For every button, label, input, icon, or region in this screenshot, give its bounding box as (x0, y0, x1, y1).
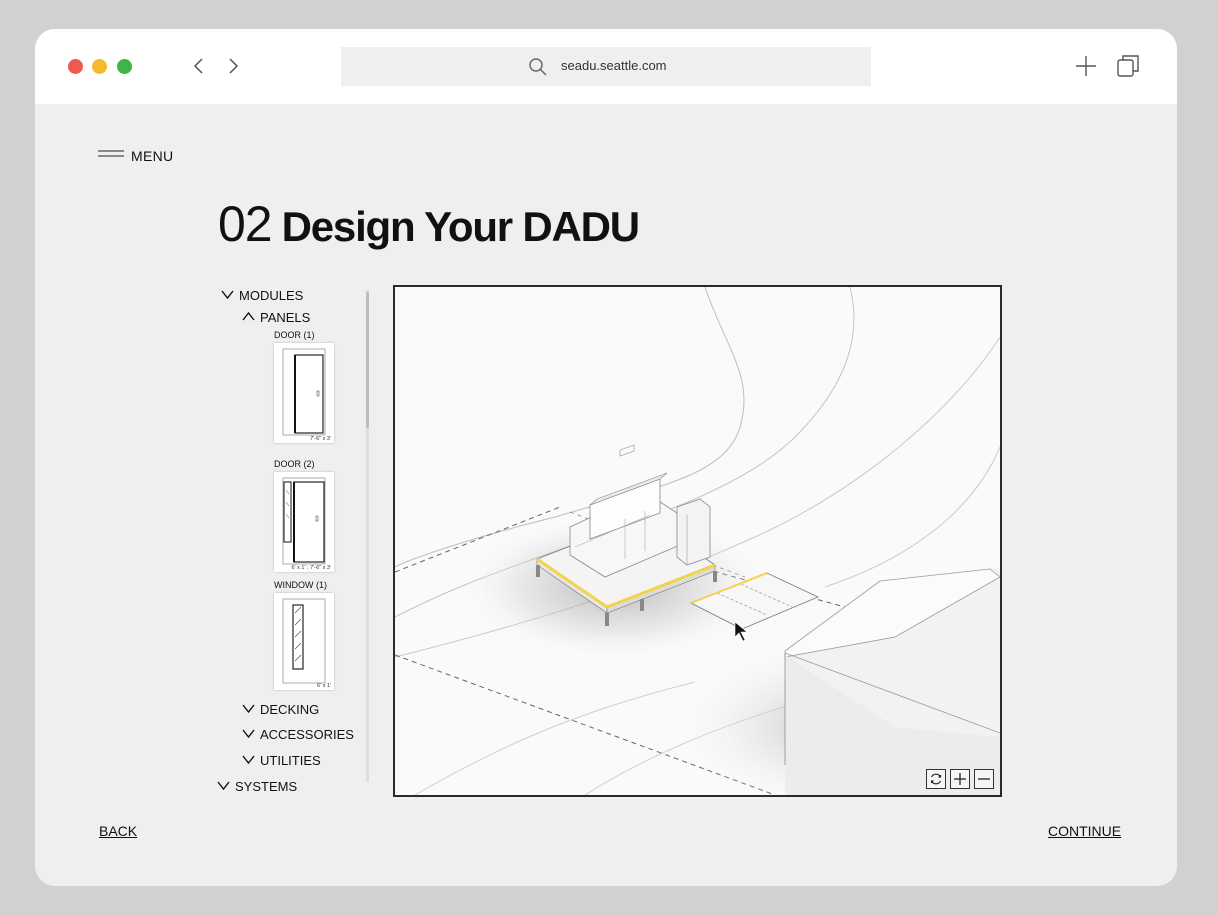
site-model-render (395, 287, 1000, 795)
tree-item-decking-label: DECKING (260, 702, 320, 717)
door-panel-drawing (282, 477, 326, 565)
chevron-down-icon (242, 755, 255, 764)
zoom-in-icon (954, 773, 966, 785)
rotate-icon (930, 773, 942, 785)
search-icon (529, 58, 547, 76)
minimize-window-button[interactable] (92, 59, 107, 74)
tree-item-utilities-label: UTILITIES (260, 753, 321, 768)
thumbnail-label: DOOR (2) (274, 459, 315, 469)
zoom-out-icon (978, 778, 990, 780)
panel-thumbnail-door-1[interactable]: 7'-6" x 3' (274, 343, 334, 443)
maximize-window-button[interactable] (117, 59, 132, 74)
continue-link[interactable]: CONTINUE (1048, 823, 1121, 839)
close-window-button[interactable] (68, 59, 83, 74)
sidebar-scrollbar-thumb[interactable] (366, 292, 369, 428)
step-title: Design Your DADU (281, 203, 640, 250)
step-number: 02 (218, 196, 273, 252)
tabs-overview-icon[interactable] (1115, 53, 1141, 79)
back-link[interactable]: BACK (99, 823, 137, 839)
window-panel-drawing (282, 598, 326, 684)
forward-arrow-icon[interactable] (223, 56, 243, 76)
chevron-down-icon (242, 704, 255, 713)
hamburger-icon (98, 150, 124, 157)
thumbnail-dimension: 6' x 1' ; 7'-6" x 3' (291, 565, 331, 571)
chevron-up-icon (242, 312, 255, 321)
door-panel-drawing (282, 348, 326, 436)
browser-window: seadu.seattle.com MENU 02 Design Your DAD… (35, 29, 1177, 886)
chevron-down-icon (221, 290, 234, 299)
thumbnail-label: DOOR (1) (274, 330, 315, 340)
page-title: 02 Design Your DADU (218, 195, 640, 253)
address-bar[interactable]: seadu.seattle.com (341, 47, 871, 86)
zoom-out-button[interactable] (974, 769, 994, 789)
tree-item-panels-label: PANELS (260, 310, 311, 325)
tree-item-modules-label: MODULES (239, 288, 304, 303)
tree-item-accessories-label: ACCESSORIES (260, 727, 354, 742)
thumbnail-dimension: 7'-6" x 3' (310, 436, 331, 442)
panel-thumbnail-window-1[interactable]: 6' x 1' (274, 593, 334, 690)
browser-toolbar: seadu.seattle.com (35, 29, 1177, 104)
chevron-down-icon (242, 729, 255, 738)
chevron-down-icon (217, 781, 230, 790)
thumbnail-label: WINDOW (1) (274, 580, 327, 590)
back-arrow-icon[interactable] (189, 56, 209, 76)
rotate-view-button[interactable] (926, 769, 946, 789)
new-tab-icon[interactable] (1073, 53, 1099, 79)
panel-thumbnail-door-2[interactable]: 6' x 1' ; 7'-6" x 3' (274, 472, 334, 572)
menu-label: MENU (131, 148, 174, 164)
url-text: seadu.seattle.com (561, 58, 667, 73)
zoom-in-button[interactable] (950, 769, 970, 789)
thumbnail-dimension: 6' x 1' (316, 683, 331, 689)
model-viewer[interactable] (393, 285, 1002, 797)
tree-item-systems-label: SYSTEMS (235, 779, 298, 794)
